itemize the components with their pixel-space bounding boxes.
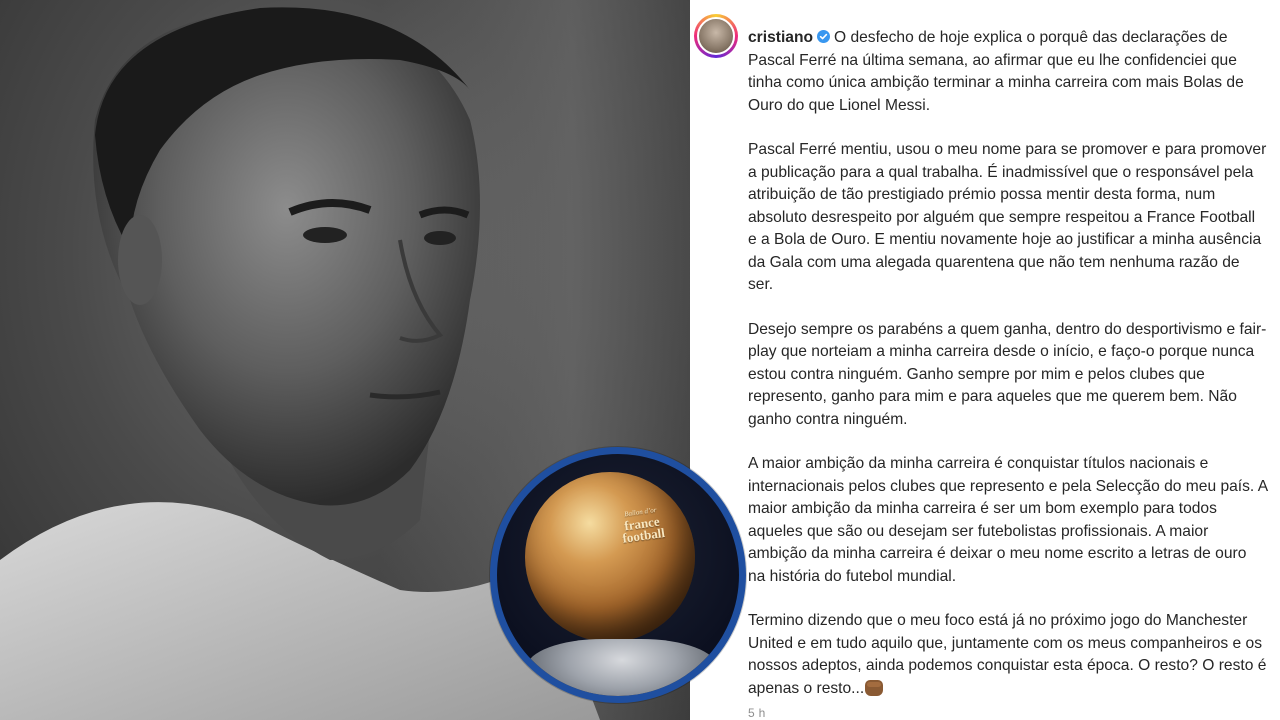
profile-picture (697, 17, 735, 55)
caption-paragraph-5: Termino dizendo que o meu foco está já n… (748, 612, 1267, 697)
avatar[interactable] (694, 14, 738, 58)
post-timestamp[interactable]: 5 h (748, 706, 766, 720)
post-caption: cristiano O desfecho de hoje explica o po… (748, 27, 1268, 720)
username-link[interactable]: cristiano (748, 29, 813, 46)
golden-ball (525, 472, 695, 642)
caption-paragraph-2: Pascal Ferré mentiu, usou o meu nome par… (748, 141, 1267, 293)
caption-paragraph-1: cristiano O desfecho de hoje explica o po… (748, 29, 1244, 114)
instagram-caption-panel: cristiano O desfecho de hoje explica o po… (690, 0, 1280, 720)
fist-emoji-icon (865, 679, 884, 696)
ballon-dor-inset-image: Ballon dʼor france football (490, 447, 746, 703)
caption-paragraph-4: A maior ambição da minha carreira é conq… (748, 455, 1268, 585)
trophy-pedestal (527, 639, 717, 696)
caption-paragraph-3: Desejo sempre os parabéns a quem ganha, … (748, 320, 1267, 428)
screenshot-stage: Ballon dʼor france football cristiano O d… (0, 0, 1280, 720)
verified-badge-icon (817, 30, 830, 43)
